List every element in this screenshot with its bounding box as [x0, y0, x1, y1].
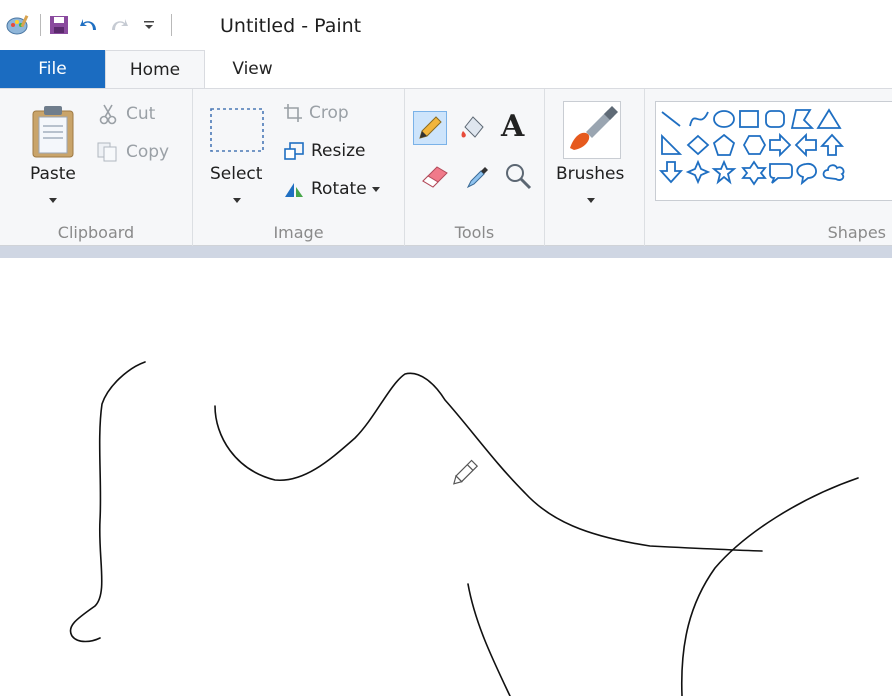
drawing-canvas[interactable]: [10, 258, 892, 696]
drawn-stroke-left: [69, 361, 146, 643]
clipboard-group: Paste Cut Copy Clipboard: [0, 89, 193, 246]
paste-label: Paste: [30, 164, 76, 184]
brushes-label: Brushes: [556, 164, 625, 184]
cut-label: Cut: [126, 104, 156, 124]
resize-icon: [284, 142, 304, 160]
freehand-drawing: [69, 361, 859, 696]
pencil-tool[interactable]: [413, 111, 447, 145]
brush-icon: [570, 106, 618, 150]
tools-group-label: Tools: [454, 223, 495, 242]
image-group: Select Crop Resize Rotate Image: [193, 89, 405, 246]
select-button[interactable]: [209, 107, 265, 157]
tab-view[interactable]: View: [210, 50, 295, 88]
brushes-group: Brushes: [545, 89, 645, 246]
paste-dropdown-icon[interactable]: [48, 189, 58, 208]
qat-separator: [171, 14, 172, 36]
five-point-star-shape-icon[interactable]: [711, 159, 737, 185]
pentagon-shape-icon[interactable]: [712, 133, 736, 156]
paste-button[interactable]: [30, 103, 76, 163]
magnifier-icon: [506, 164, 532, 190]
ribbon: Paste Cut Copy Clipboard Select Crop Res…: [0, 88, 892, 246]
right-triangle-shape-icon[interactable]: [661, 133, 683, 155]
brushes-dropdown-icon[interactable]: [586, 189, 596, 208]
six-point-star-shape-icon[interactable]: [741, 160, 767, 186]
fill-bucket-icon: [461, 116, 484, 138]
tab-file[interactable]: File: [0, 50, 105, 88]
ribbon-tabs: File Home View: [0, 50, 892, 88]
up-arrow-shape-icon[interactable]: [819, 133, 845, 156]
shapes-gallery: [655, 101, 892, 201]
select-icon: [210, 108, 264, 152]
hexagon-shape-icon[interactable]: [742, 135, 767, 155]
eyedropper-icon: [466, 167, 488, 189]
canvas-workspace-border: [0, 246, 892, 258]
oval-shape-icon[interactable]: [713, 110, 735, 128]
quick-access-toolbar: [0, 10, 172, 40]
save-icon[interactable]: [47, 13, 71, 37]
text-tool[interactable]: A: [501, 109, 524, 144]
qat-separator: [40, 14, 41, 36]
polygon-shape-icon[interactable]: [790, 109, 815, 129]
color-picker-tool[interactable]: [463, 161, 493, 195]
redo-icon[interactable]: [107, 13, 131, 37]
crop-icon: [284, 104, 302, 122]
four-point-star-shape-icon[interactable]: [685, 159, 711, 185]
select-dropdown-icon[interactable]: [232, 189, 242, 208]
cut-button[interactable]: Cut: [98, 103, 155, 125]
pencil-icon: [419, 116, 442, 139]
rectangle-shape-icon[interactable]: [739, 110, 759, 128]
drawn-stroke-mountain: [214, 372, 763, 552]
oval-callout-shape-icon[interactable]: [796, 163, 817, 186]
eraser-icon: [422, 166, 448, 188]
fill-tool[interactable]: [457, 111, 489, 147]
paste-icon: [32, 106, 74, 158]
rotate-dropdown-icon[interactable]: [371, 185, 381, 193]
rotate-button[interactable]: Rotate: [283, 179, 381, 199]
undo-icon[interactable]: [77, 13, 101, 37]
left-arrow-shape-icon[interactable]: [794, 132, 817, 158]
tools-group: A Tools: [405, 89, 545, 246]
pencil-cursor-icon: [453, 459, 479, 485]
cloud-callout-shape-icon[interactable]: [822, 164, 845, 181]
right-arrow-shape-icon[interactable]: [769, 132, 792, 158]
rounded-callout-shape-icon[interactable]: [769, 163, 793, 184]
copy-label: Copy: [126, 142, 170, 162]
eraser-tool[interactable]: [419, 159, 451, 195]
rounded-rectangle-shape-icon[interactable]: [765, 110, 785, 128]
drawn-stroke-bottom: [467, 583, 511, 696]
title-bar: Untitled - Paint: [0, 0, 892, 50]
paint-app-icon[interactable]: [6, 13, 30, 37]
rotate-label: Rotate: [311, 179, 367, 199]
drawn-stroke-right-arc: [680, 477, 859, 696]
copy-button[interactable]: Copy: [96, 141, 169, 163]
down-arrow-shape-icon[interactable]: [658, 161, 684, 184]
shapes-group-label: Shapes: [827, 223, 886, 242]
crop-label: Crop: [309, 103, 349, 123]
image-group-label: Image: [273, 223, 324, 242]
brushes-button[interactable]: [563, 101, 621, 159]
resize-button[interactable]: Resize: [283, 141, 365, 161]
curve-shape-icon[interactable]: [689, 111, 709, 127]
resize-label: Resize: [311, 141, 366, 161]
tab-home[interactable]: Home: [105, 50, 205, 88]
crop-button[interactable]: Crop: [283, 103, 349, 123]
copy-icon: [97, 142, 117, 162]
scissors-icon: [99, 104, 117, 125]
clipboard-group-label: Clipboard: [57, 223, 135, 242]
magnifier-tool[interactable]: [503, 161, 533, 195]
select-label: Select: [210, 164, 263, 184]
rotate-icon: [285, 183, 303, 197]
triangle-shape-icon[interactable]: [816, 108, 842, 129]
diamond-shape-icon[interactable]: [686, 134, 710, 156]
customize-qat-icon[interactable]: [137, 13, 161, 37]
window-title: Untitled - Paint: [220, 15, 362, 37]
line-shape-icon[interactable]: [661, 111, 681, 127]
